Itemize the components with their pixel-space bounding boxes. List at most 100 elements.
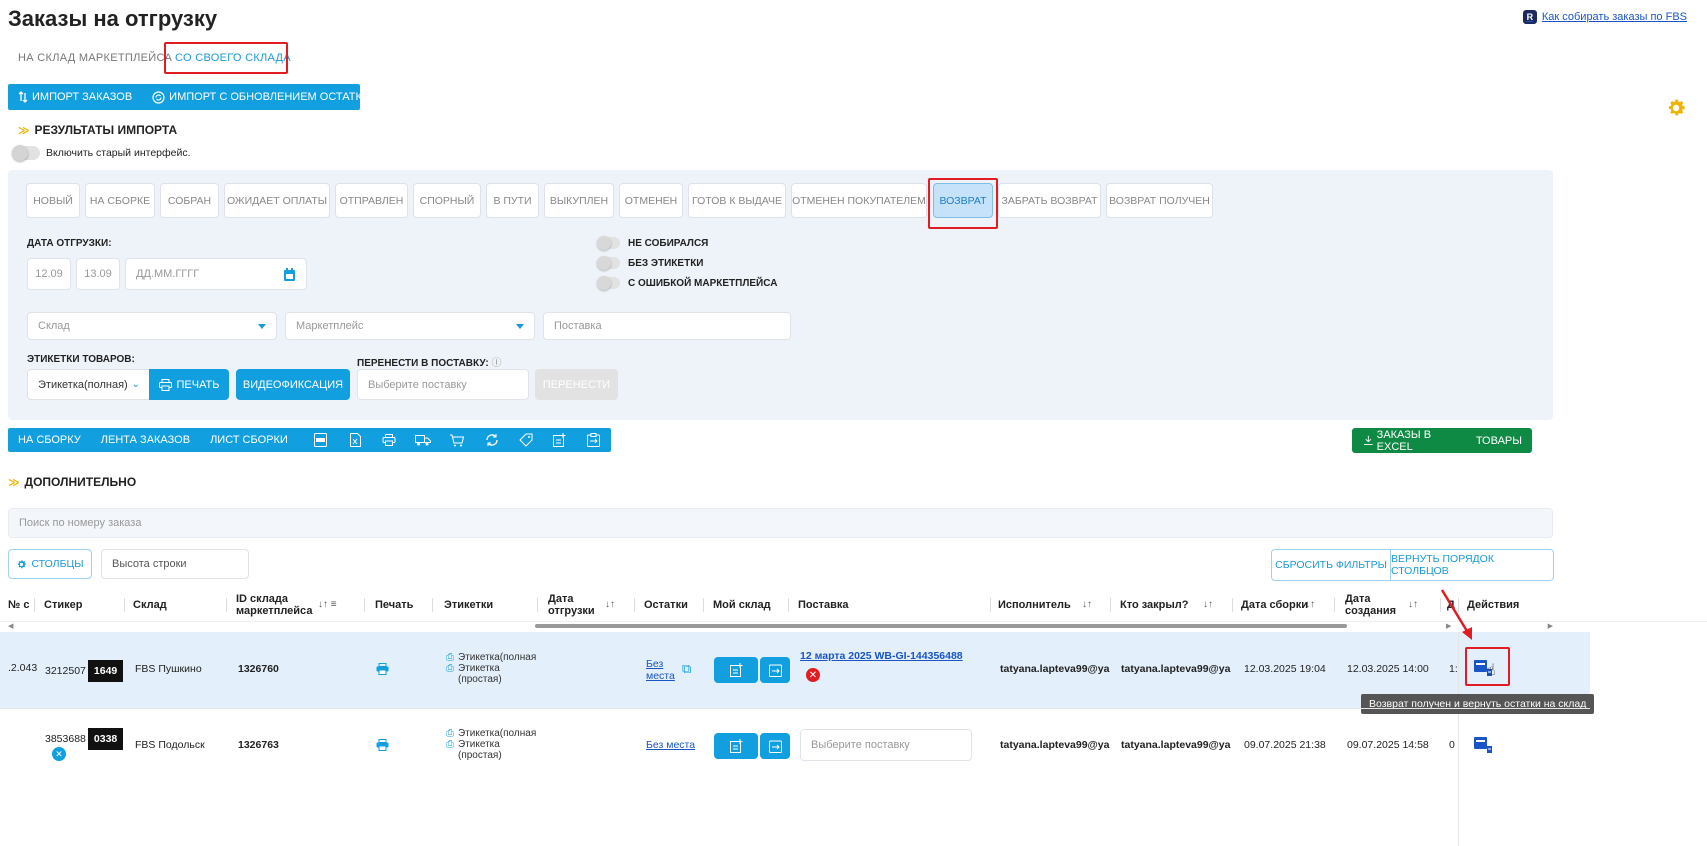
status-chip-ready[interactable]: ГОТОВ К ВЫДАЧЕ — [688, 183, 786, 218]
products-excel-button[interactable]: ТОВАРЫ — [1466, 435, 1532, 447]
video-recording-button[interactable]: ВИДЕОФИКСАЦИЯ — [236, 369, 350, 400]
order-search-input[interactable]: Поиск по номеру заказа — [8, 508, 1553, 538]
status-chip-pick-up-return[interactable]: ЗАБРАТЬ ВОЗВРАТ — [998, 183, 1101, 218]
old-ui-toggle[interactable] — [12, 145, 40, 161]
sort-icon[interactable]: ↓↑ — [1305, 588, 1315, 622]
transfer-button[interactable] — [760, 657, 790, 683]
row-height-select[interactable]: Высота строки — [101, 549, 249, 579]
status-chip-new[interactable]: НОВЫЙ — [26, 183, 80, 218]
switch-mp-error[interactable]: С ОШИБКОЙ МАРКЕТПЛЕЙСА — [597, 276, 777, 290]
scroll-left-icon[interactable]: ◀ — [8, 622, 13, 630]
col-closed-by[interactable]: Кто закрыл? — [1120, 588, 1189, 622]
stock-link[interactable]: Без места — [646, 739, 695, 751]
col-number[interactable]: № с — [8, 588, 29, 622]
orders-feed-button[interactable]: ЛЕНТА ЗАКАЗОВ — [91, 434, 200, 446]
add-document-icon[interactable] — [543, 433, 577, 447]
date-input[interactable]: ДД.ММ.ГГГГ — [125, 258, 307, 290]
toggle-no-label[interactable] — [597, 256, 620, 270]
sort-icon[interactable]: ↓↑ — [1408, 588, 1418, 622]
print-button[interactable]: ПЕЧАТЬ — [149, 369, 229, 400]
status-chip-sent[interactable]: ОТПРАВЛЕН — [335, 183, 408, 218]
orders-excel-button[interactable]: ЗАКАЗЫ В EXCEL — [1352, 429, 1466, 453]
help-link-text[interactable]: Как собирать заказы по FBS — [1542, 11, 1687, 23]
col-print[interactable]: Печать — [375, 588, 413, 622]
sort-icon[interactable]: ↓↑ — [1203, 588, 1213, 622]
scrollbar-thumb[interactable] — [535, 624, 1347, 628]
sort-icon[interactable]: ↓↑ — [1082, 588, 1092, 622]
additional-toggle[interactable]: ≫ ДОПОЛНИТЕЛЬНО — [8, 475, 136, 489]
clipboard-transfer-icon[interactable] — [577, 433, 611, 447]
sync-icon[interactable] — [475, 433, 509, 447]
marketplace-select[interactable]: Маркетплейс — [285, 312, 535, 340]
status-chip-disputed[interactable]: СПОРНЫЙ — [413, 183, 481, 218]
columns-button[interactable]: СТОЛБЦЫ — [8, 549, 92, 579]
import-results-toggle[interactable]: ≫ РЕЗУЛЬТАТЫ ИМПОРТА — [18, 123, 177, 137]
import-with-stock-button[interactable]: ИМПОРТ С ОБНОВЛЕНИЕМ ОСТАТКОВ — [142, 90, 387, 104]
col-supply[interactable]: Поставка — [798, 588, 849, 622]
to-assembly-button[interactable]: НА СБОРКУ — [8, 434, 91, 446]
date-quick-1[interactable]: 12.09 — [27, 258, 71, 290]
label-simple-link[interactable]: ⎙ Этикетка (простая) — [446, 739, 536, 761]
info-icon[interactable]: ⓘ — [491, 358, 501, 369]
toggle-not-assembled[interactable] — [597, 236, 620, 250]
status-chip-assembling[interactable]: НА СБОРКЕ — [85, 183, 155, 218]
status-chip-assembled[interactable]: СОБРАН — [160, 183, 219, 218]
help-link[interactable]: R Как собирать заказы по FBS — [1522, 10, 1687, 24]
supply-link[interactable]: 12 марта 2025 WB-GI-144356488 — [800, 650, 963, 662]
warehouse-select[interactable]: Склад — [27, 312, 277, 340]
supply-select[interactable]: Поставка — [543, 312, 791, 340]
print-row-icon[interactable] — [376, 663, 389, 675]
add-to-warehouse-button[interactable] — [714, 733, 758, 759]
label-type-select[interactable]: Этикетка(полная) ⌄ — [27, 369, 151, 400]
stock-link[interactable]: Без места — [646, 658, 676, 682]
sort-icon[interactable]: ↓↑ — [605, 588, 615, 622]
col-stock[interactable]: Остатки — [644, 588, 688, 622]
col-labels[interactable]: Этикетки — [444, 588, 493, 622]
col-warehouse[interactable]: Склад — [133, 588, 167, 622]
truck-icon[interactable] — [406, 434, 440, 446]
status-chip-cancelled-by-buyer[interactable]: ОТМЕНЕН ПОКУПАТЕЛЕМ — [791, 183, 927, 218]
pdf-icon[interactable] — [304, 433, 338, 447]
status-chip-bought-out[interactable]: ВЫКУПЛЕН — [544, 183, 614, 218]
col-created-date[interactable]: Дата создания — [1345, 588, 1396, 622]
reset-filters-button[interactable]: СБРОСИТЬ ФИЛЬТРЫ — [1271, 549, 1391, 581]
switch-not-assembled[interactable]: НЕ СОБИРАЛСЯ — [597, 236, 708, 250]
sort-filter-icon[interactable]: ↓↑ ≡ — [318, 588, 337, 622]
col-ship-date[interactable]: Дата отгрузки — [548, 588, 598, 622]
status-chip-cancelled[interactable]: ОТМЕНЕН — [619, 183, 683, 218]
cart-icon[interactable] — [440, 434, 474, 447]
tab-marketplace-warehouse[interactable]: НА СКЛАД МАРКЕТПЛЕЙСА — [18, 52, 172, 64]
remove-supply-icon[interactable]: ✕ — [806, 668, 820, 682]
print-row-icon[interactable] — [376, 739, 389, 751]
switch-no-label[interactable]: БЕЗ ЭТИКЕТКИ — [597, 256, 703, 270]
col-assembly-date[interactable]: Дата сборки — [1241, 588, 1308, 622]
excel-file-icon[interactable] — [338, 433, 372, 447]
label-full-link[interactable]: ⎙ Этикетка(полная — [446, 652, 536, 663]
label-simple-link[interactable]: ⎙ Этикетка (простая) — [446, 663, 536, 685]
tag-icon[interactable] — [509, 433, 543, 447]
move-supply-input[interactable]: Выберите поставку — [357, 369, 529, 400]
status-chip-return-received[interactable]: ВОЗВРАТ ПОЛУЧЕН — [1106, 183, 1213, 218]
supply-select-row[interactable]: Выберите поставку — [800, 729, 972, 761]
col-sticker[interactable]: Стикер — [44, 588, 82, 622]
close-circle-icon[interactable]: ✕ — [52, 747, 66, 761]
move-button[interactable]: ПЕРЕНЕСТИ — [535, 369, 618, 400]
col-mp-warehouse-id[interactable]: ID склада маркетплейса — [236, 588, 316, 622]
transfer-button[interactable] — [760, 733, 790, 759]
toggle-mp-error[interactable] — [597, 276, 620, 290]
horizontal-scrollbar[interactable]: ◀ ▶ ▶ — [8, 622, 1553, 630]
status-chip-in-transit[interactable]: В ПУТИ — [486, 183, 539, 218]
restore-column-order-button[interactable]: ВЕРНУТЬ ПОРЯДОК СТОЛБЦОВ — [1390, 549, 1554, 581]
scroll-right-icon[interactable]: ▶ — [1548, 622, 1553, 630]
settings-gear-icon[interactable] — [1665, 97, 1687, 119]
label-full-link[interactable]: ⎙ Этикетка(полная — [446, 728, 536, 739]
import-orders-button[interactable]: ИМПОРТ ЗАКАЗОВ — [8, 91, 142, 103]
printer-icon[interactable] — [372, 434, 406, 446]
copy-icon[interactable]: ⧉ — [682, 661, 691, 677]
add-to-warehouse-button[interactable] — [714, 657, 758, 683]
status-chip-awaiting-payment[interactable]: ОЖИДАЕТ ОПЛАТЫ — [224, 183, 330, 218]
col-executor[interactable]: Исполнитель — [998, 588, 1071, 622]
return-received-button[interactable] — [1473, 736, 1493, 754]
assembly-sheet-button[interactable]: ЛИСТ СБОРКИ — [200, 434, 298, 446]
date-quick-2[interactable]: 13.09 — [76, 258, 120, 290]
